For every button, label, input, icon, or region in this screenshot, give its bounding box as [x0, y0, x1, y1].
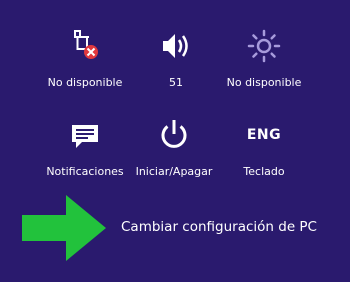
- green-arrow-icon: [22, 195, 106, 261]
- power-tile[interactable]: Iniciar/Apagar: [124, 117, 224, 189]
- speaker-icon: [156, 28, 196, 64]
- network-unavailable-icon: [65, 28, 105, 64]
- network-label: No disponible: [47, 76, 123, 89]
- settings-charm-panel: No disponible 51 No disponible Notificac…: [0, 0, 350, 282]
- network-tile[interactable]: No disponible: [35, 28, 135, 100]
- keyboard-language-indicator: ENG: [244, 117, 284, 153]
- notifications-label: Notificaciones: [46, 165, 124, 178]
- volume-tile[interactable]: 51: [126, 28, 226, 100]
- power-icon: [154, 117, 194, 153]
- change-pc-settings-link[interactable]: Cambiar configuración de PC: [121, 219, 317, 235]
- keyboard-label: Teclado: [243, 165, 285, 178]
- brightness-icon: [244, 28, 284, 64]
- notifications-tile[interactable]: Notificaciones: [35, 117, 135, 189]
- power-label: Iniciar/Apagar: [135, 165, 213, 178]
- keyboard-tile[interactable]: ENG Teclado: [214, 117, 314, 189]
- brightness-tile[interactable]: No disponible: [214, 28, 314, 100]
- brightness-label: No disponible: [226, 76, 302, 89]
- notifications-icon: [65, 117, 105, 153]
- keyboard-language-text: ENG: [246, 127, 282, 143]
- volume-label: 51: [169, 76, 183, 89]
